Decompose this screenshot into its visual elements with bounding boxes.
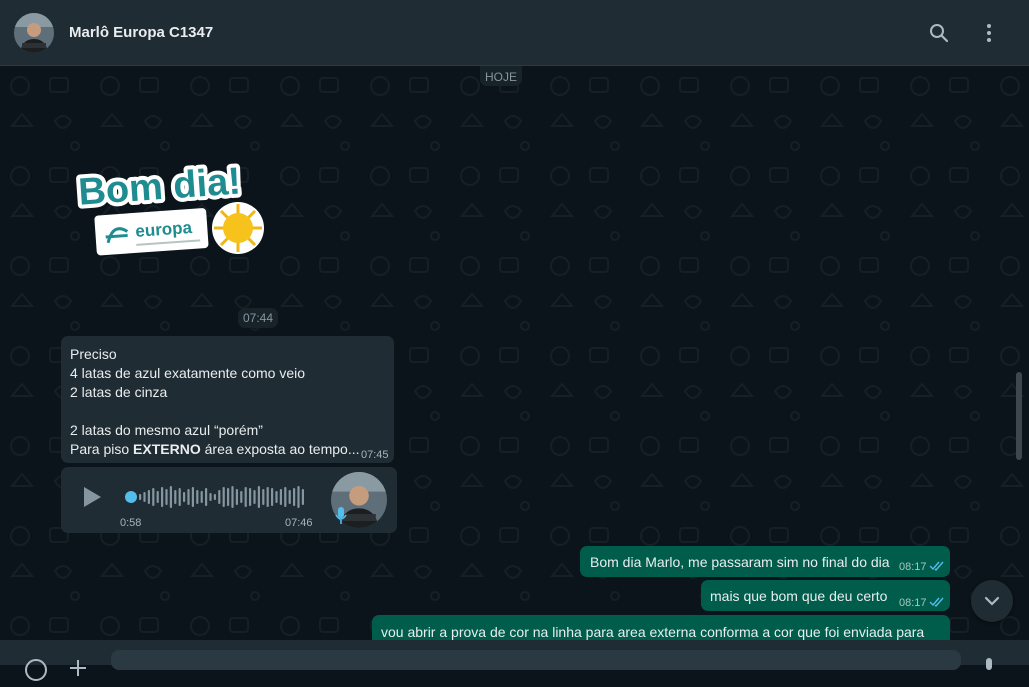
waveform-bar	[152, 488, 155, 506]
waveform-bar	[235, 489, 238, 505]
line-suffix: área exposta ao tempo...	[200, 441, 360, 457]
waveform-bar	[244, 487, 247, 507]
sticker-bom-dia[interactable]: Bom dia! Bom dia! europa	[73, 154, 276, 266]
line-prefix: Para piso	[70, 441, 134, 457]
voice-note[interactable]: 0:58 07:46	[61, 467, 397, 533]
waveform-bar	[279, 489, 282, 505]
waveform-bar	[143, 492, 146, 502]
voice-waveform[interactable]	[123, 483, 309, 511]
sticker-time: 07:44	[238, 308, 278, 328]
waveform-bar	[213, 494, 216, 500]
message-line: 2 latas de cinza	[70, 384, 168, 400]
waveform-bar	[271, 488, 274, 506]
waveform-bar	[231, 486, 234, 508]
waveform-bar	[284, 487, 287, 507]
message-line: 2 latas do mesmo azul “porém”	[70, 422, 263, 438]
message-text: mais que bom que deu certo	[710, 588, 888, 604]
chat-area[interactable]: HOJE Bom dia! Bom dia! europa 07:44 Prec…	[0, 66, 1029, 640]
svg-text:Bom dia!: Bom dia!	[77, 160, 242, 213]
read-receipt-icon	[929, 597, 944, 608]
microphone-icon	[334, 506, 348, 529]
waveform-bar	[249, 488, 252, 506]
waveform-bar	[178, 488, 181, 506]
waveform-bar	[174, 490, 177, 504]
waveform-bar	[275, 491, 278, 503]
waveform-bar	[196, 490, 199, 504]
waveform-bar	[288, 490, 291, 504]
date-divider: HOJE	[480, 66, 522, 86]
voice-time: 07:46	[285, 517, 313, 529]
waveform-bar	[147, 490, 150, 504]
waveform-bar	[183, 492, 186, 502]
waveform-bar	[218, 490, 221, 504]
waveform-bar	[169, 486, 172, 508]
waveform-bar	[293, 488, 296, 506]
message-time: 07:45	[361, 449, 389, 461]
incoming-message[interactable]: Preciso 4 latas de azul exatamente como …	[61, 336, 394, 463]
menu-dots-icon[interactable]	[977, 21, 1001, 45]
waveform-bar	[187, 489, 190, 505]
waveform-bar	[301, 489, 304, 505]
message-line: 4 latas de azul exatamente como veio	[70, 365, 306, 381]
contact-avatar[interactable]	[14, 13, 54, 53]
message-text: Preciso 4 latas de azul exatamente como …	[70, 345, 360, 459]
waveform-bar	[257, 486, 260, 508]
outgoing-message[interactable]: mais que bom que deu certo 08:17	[701, 580, 950, 611]
read-receipt-icon	[929, 561, 944, 572]
line-bold: EXTERNO	[133, 441, 201, 457]
waveform-bar	[191, 487, 194, 507]
microphone-icon[interactable]	[980, 656, 998, 681]
svg-text:europa: europa	[135, 218, 193, 241]
message-text: vou abrir a prova de cor na linha para a…	[381, 624, 925, 640]
waveform-bar	[240, 491, 243, 503]
outgoing-message[interactable]: Bom dia Marlo, me passaram sim no final …	[580, 546, 950, 577]
scroll-to-bottom-button[interactable]	[971, 580, 1013, 622]
waveform-bar	[297, 486, 300, 508]
waveform-bar	[262, 489, 265, 505]
message-time: 08:17	[899, 561, 927, 573]
message-input[interactable]	[111, 650, 961, 670]
contact-name[interactable]: Marlô Europa C1347	[69, 24, 213, 41]
waveform-bar	[156, 491, 159, 503]
waveform-bar	[253, 490, 256, 504]
search-icon[interactable]	[927, 21, 951, 45]
chat-header: Marlô Europa C1347	[0, 0, 1029, 66]
waveform-bar	[222, 487, 225, 507]
attach-plus-icon[interactable]	[68, 658, 88, 683]
scrollbar-thumb[interactable]	[1016, 372, 1022, 460]
chevron-down-icon	[984, 596, 1000, 606]
message-line: Para piso EXTERNO área exposta ao tempo.…	[70, 440, 360, 459]
message-time: 08:17	[899, 597, 927, 609]
waveform-bar	[205, 488, 208, 506]
voice-duration: 0:58	[120, 517, 142, 529]
play-icon[interactable]	[81, 486, 103, 511]
waveform-bar	[266, 487, 269, 507]
waveform-bar	[161, 487, 164, 507]
waveform-bar	[200, 491, 203, 503]
waveform-bar	[139, 494, 142, 500]
message-line: Preciso	[70, 346, 117, 362]
message-text: Bom dia Marlo, me passaram sim no final …	[590, 554, 890, 570]
waveform-bar	[209, 493, 212, 501]
waveform-bar	[165, 489, 168, 505]
waveform-bar	[227, 488, 230, 506]
outgoing-message[interactable]: vou abrir a prova de cor na linha para a…	[372, 615, 950, 640]
compose-bar	[0, 640, 1029, 681]
emoji-icon[interactable]	[24, 658, 48, 687]
